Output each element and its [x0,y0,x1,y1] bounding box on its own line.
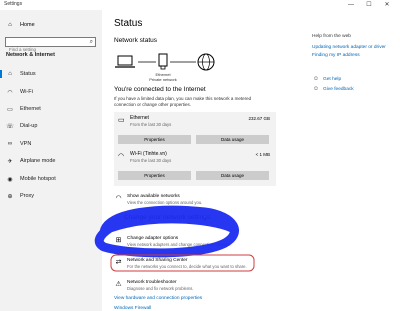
sidebar-home[interactable]: ⌂ Home [6,20,35,30]
data-usage-amount: < 1 MB [255,152,270,157]
help-link-adapter-driver[interactable]: Updating network adapter or driver [312,45,386,50]
data-usage-amount: 232.67 GB [248,116,270,121]
give-feedback-link[interactable]: ☺ Give feedback [312,85,354,93]
search-box[interactable]: ⌕ [5,37,96,54]
network-status-heading: Network status [114,37,157,44]
card-title: Wi-Fi (Tinhte.vn) [130,151,167,157]
sidebar-item-label: VPN [20,141,32,147]
connection-status-text: You're connected to the Internet [114,86,206,93]
metered-description: If you have a limited data plan, you can… [114,96,252,107]
sharing-icon: ⇄ [115,259,122,266]
sidebar-item-ethernet[interactable]: ▭ Ethernet [0,103,102,115]
windows-firewall-link[interactable]: Windows Firewall [114,306,151,311]
data-usage-button[interactable]: Data usage [196,171,269,180]
get-help-label: Get help [323,76,342,82]
sidebar-item-label: Mobile hotspot [20,176,56,182]
wifi-icon: ◠ [7,89,13,96]
wifi-network-icon: ◠ [115,195,122,202]
proxy-icon: ⊕ [7,193,13,200]
network-sharing-center[interactable]: ⇄ Network and Sharing Center For the net… [114,258,274,272]
search-icon[interactable]: ⌕ [90,38,93,46]
properties-button[interactable]: Properties [118,171,191,180]
home-icon: ⌂ [8,22,12,28]
network-troubleshooter[interactable]: ⚠ Network troubleshooter Diagnose and fi… [114,280,274,294]
give-feedback-label: Give feedback [323,86,354,92]
home-label: Home [20,22,35,28]
item-subtitle: View network adapters and change connect… [127,242,231,247]
item-title: Show available networks [127,194,180,199]
sidebar-item-label: Dial-up [20,123,38,129]
sidebar-item-label: Proxy [20,193,35,199]
airplane-icon: ✈ [7,158,13,165]
sidebar-item-label: Ethernet [20,106,41,112]
feedback-icon: ☺ [312,86,320,92]
title-bar: Settings — ☐ ✕ [0,0,400,10]
help-link-ip-address[interactable]: Finding my IP address [312,53,360,58]
sidebar-item-mobile-hotspot[interactable]: ◉ Mobile hotspot [0,173,102,185]
properties-button[interactable]: Properties [118,135,191,144]
sidebar-item-dialup[interactable]: ☏ Dial-up [0,120,102,132]
item-title: Change adapter options [127,236,179,241]
vpn-icon: ∞ [7,141,13,147]
wifi-card: ◠ Wi-Fi (Tinhte.vn) From the last 30 day… [114,148,276,186]
diagram-private-network-label: Private network [149,77,177,82]
hardware-properties-link[interactable]: View hardware and connection properties [114,296,202,301]
hotspot-icon: ◉ [7,176,13,183]
change-settings-heading: Change your network settings [124,214,210,221]
sidebar-item-airplane-mode[interactable]: ✈ Airplane mode [0,155,102,167]
item-subtitle: For the networks you connect to, decide … [127,264,247,269]
help-heading: Help from the web [312,34,351,39]
show-available-networks[interactable]: ◠ Show available networks View the conne… [114,194,274,208]
sidebar-item-label: Airplane mode [20,158,56,164]
get-help-link[interactable]: ☺ Get help [312,75,341,83]
status-icon: ⌂ [8,71,12,77]
adapter-icon: ⊞ [115,237,122,244]
card-subtitle: From the last 30 days [130,122,172,127]
network-diagram: Ethernet Private network [112,48,222,88]
data-usage-button[interactable]: Data usage [196,135,269,144]
item-subtitle: View the connection options around you. [127,200,203,205]
sidebar-item-vpn[interactable]: ∞ VPN [0,138,102,150]
sidebar-item-proxy[interactable]: ⊕ Proxy [0,190,102,202]
sidebar: ⌂ Home ⌕ Network & Internet ⌂ Status ◠ W… [0,10,102,311]
maximize-button[interactable]: ☐ [362,0,376,10]
network-diagram-graphic [115,53,215,71]
ethernet-icon: ▭ [118,117,125,124]
item-title: Network troubleshooter [127,280,177,285]
ethernet-card: ▭ Ethernet From the last 30 days 232.67 … [114,112,276,150]
card-title: Ethernet [130,115,149,121]
window-title: Settings [4,1,23,7]
close-button[interactable]: ✕ [380,0,394,10]
ethernet-icon: ▭ [7,106,13,113]
sidebar-section-title: Network & Internet [6,52,55,58]
phone-icon: ☏ [6,123,14,130]
page-title: Status [114,18,143,29]
sidebar-item-wifi[interactable]: ◠ Wi-Fi [0,86,102,98]
item-subtitle: Diagnose and fix network problems. [127,286,194,291]
change-adapter-options[interactable]: ⊞ Change adapter options View network ad… [114,236,274,250]
sidebar-item-label: Status [20,71,36,77]
card-subtitle: From the last 30 days [130,158,172,163]
sidebar-item-status[interactable]: ⌂ Status [0,68,102,80]
wifi-icon: ◠ [118,153,125,160]
active-indicator [0,70,2,78]
minimize-button[interactable]: — [344,0,358,10]
item-title: Network and Sharing Center [127,258,188,263]
warning-icon: ⚠ [115,281,122,288]
sidebar-item-label: Wi-Fi [20,89,33,95]
help-icon: ☺ [312,76,320,82]
